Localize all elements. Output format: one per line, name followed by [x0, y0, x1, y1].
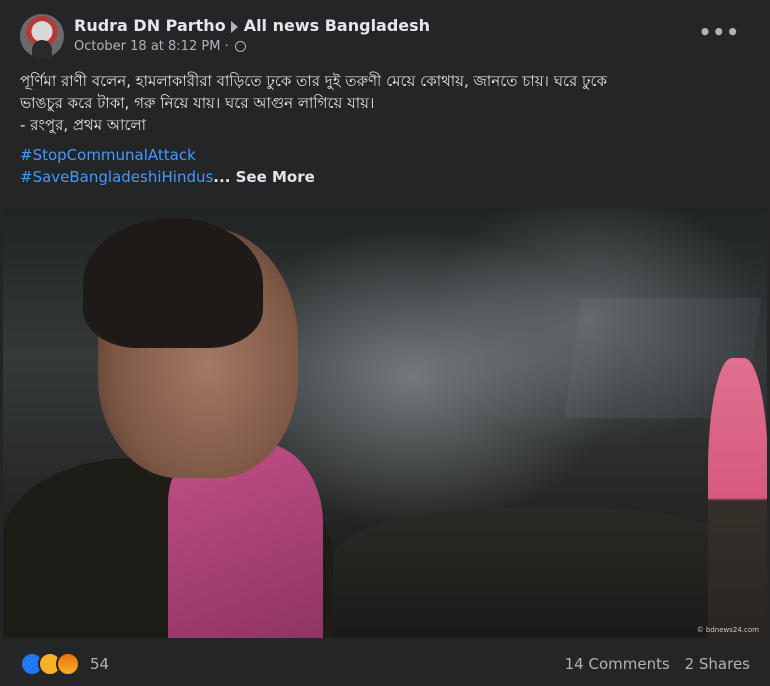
hashtag-link[interactable]: #StopCommunalAttack	[20, 144, 315, 166]
post-text-line: - রংপুর, প্রথম আলো	[20, 116, 146, 134]
post-author-line: Rudra DN Partho All news Bangladesh	[74, 16, 430, 35]
comments-count[interactable]: 14 Comments	[565, 655, 670, 673]
feed-post: Rudra DN Partho All news Bangladesh Octob…	[0, 0, 770, 686]
post-hashtags: #StopCommunalAttack #SaveBangladeshiHind…	[20, 144, 315, 188]
globe-icon	[234, 41, 246, 52]
angry-icon	[56, 652, 80, 676]
burned-debris	[333, 508, 753, 638]
post-text-line: ভাঙচুর করে টাকা, গরু নিয়ে যায়। ঘরে আগু…	[20, 94, 375, 112]
bystander	[708, 358, 767, 638]
hashtag-link[interactable]: #SaveBangladeshiHindus	[20, 168, 213, 186]
arrow-right-icon	[230, 20, 238, 33]
post-footer: 54 14 Comments 2 Shares	[20, 648, 750, 678]
see-more-link[interactable]: ... See More	[213, 168, 315, 186]
post-timestamp[interactable]: October 18 at 8:12 PM	[74, 39, 220, 54]
post-photo[interactable]: © bdnews24.com	[3, 208, 767, 638]
post-stats: 14 Comments 2 Shares	[555, 655, 750, 673]
post-header: Rudra DN Partho All news Bangladesh Octob…	[20, 14, 750, 62]
photo-watermark: © bdnews24.com	[696, 626, 759, 634]
shares-count[interactable]: 2 Shares	[685, 655, 750, 673]
woman-hair	[83, 218, 263, 348]
post-meta: October 18 at 8:12 PM ·	[74, 39, 246, 54]
more-options-button[interactable]: •••	[699, 20, 740, 44]
reaction-count[interactable]: 54	[90, 655, 109, 673]
author-avatar[interactable]	[20, 14, 64, 58]
author-name[interactable]: Rudra DN Partho	[74, 16, 226, 35]
post-text: পূর্ণিমা রাণী বলেন, হামলাকারীরা বাড়িতে …	[20, 70, 750, 136]
group-name[interactable]: All news Bangladesh	[244, 16, 430, 35]
post-text-line: পূর্ণিমা রাণী বলেন, হামলাকারীরা বাড়িতে …	[20, 72, 608, 90]
